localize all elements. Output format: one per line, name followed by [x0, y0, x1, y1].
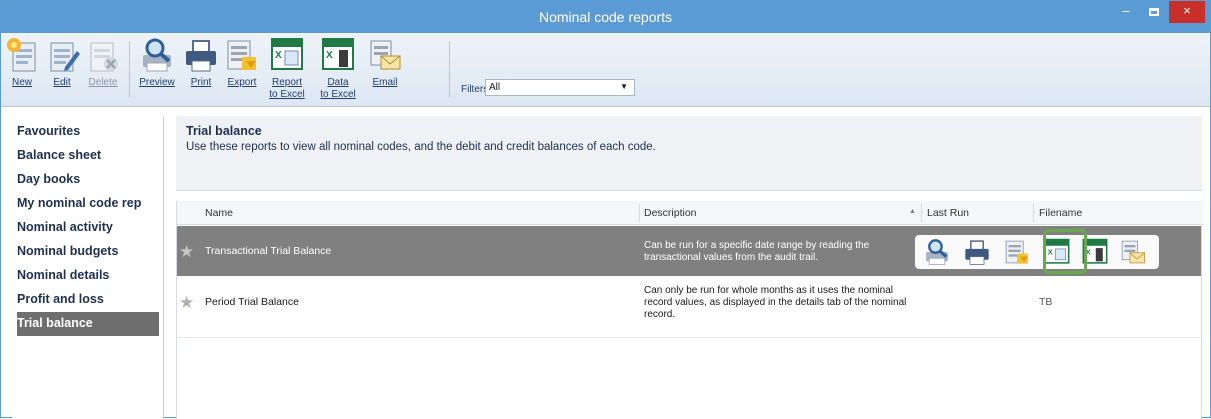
edit-button[interactable]: Edit — [45, 37, 80, 89]
delete-label: Delete — [88, 77, 118, 88]
column-header-last-run[interactable]: Last Run — [927, 207, 969, 219]
toolbar-separator-2 — [449, 41, 450, 97]
category-header: Trial balance Use these reports to view … — [176, 116, 1202, 191]
window-title: Nominal code reports — [538, 9, 673, 25]
print-icon — [186, 40, 216, 72]
export-label: Export — [227, 77, 257, 88]
new-label: New — [11, 77, 32, 88]
report-description: Can be run for a specific date range by … — [644, 240, 870, 263]
category-description: Use these reports to view all nominal co… — [186, 141, 656, 153]
favourite-star-icon[interactable]: ★ — [179, 293, 194, 313]
reports-grid: Name Description ▲ Last Run Filename ★ T… — [176, 201, 1203, 419]
export-icon[interactable] — [1003, 238, 1031, 266]
preview-button[interactable]: Preview — [135, 37, 179, 89]
new-report-icon — [7, 38, 36, 72]
sidebar-item-balance-sheet[interactable]: Balance sheet — [17, 144, 159, 168]
report-description: Can only be run for whole months as it u… — [644, 285, 907, 320]
column-header-name[interactable]: Name — [205, 207, 233, 219]
row-action-icons: X X — [915, 235, 1159, 269]
sidebar-item-nominal-activity[interactable]: Nominal activity — [17, 216, 159, 240]
print-label: Print — [190, 77, 212, 88]
nominal-code-reports-window: Nominal code reports – × New Edit Delete… — [0, 0, 1211, 419]
grid-header: Name Description ▲ Last Run Filename — [177, 201, 1203, 225]
table-row[interactable]: ★ Period Trial Balance Can only be run f… — [177, 277, 1201, 327]
report-to-excel-label-2: to Excel — [269, 89, 305, 100]
email-label: Email — [372, 77, 398, 88]
data-to-excel-icon: X — [322, 38, 354, 70]
favourite-star-icon[interactable]: ★ — [179, 242, 194, 262]
svg-text:X: X — [326, 50, 333, 61]
svg-text:X: X — [275, 50, 282, 61]
sort-ascending-icon: ▲ — [909, 208, 916, 215]
chevron-down-icon: ▼ — [620, 82, 628, 91]
report-to-excel-label: Report — [271, 77, 302, 88]
toolbar: New Edit Delete Preview Print Export X R… — [1, 33, 1210, 107]
sidebar-item-favourites[interactable]: Favourites — [17, 120, 159, 144]
category-title: Trial balance — [186, 124, 262, 138]
column-header-description[interactable]: Description — [644, 207, 697, 219]
maximize-button[interactable] — [1141, 1, 1167, 23]
sidebar-item-nominal-budgets[interactable]: Nominal budgets — [17, 240, 159, 264]
export-button[interactable]: Export — [223, 37, 261, 89]
export-icon — [227, 40, 256, 70]
filters-value: All — [489, 82, 501, 93]
print-icon[interactable] — [963, 238, 991, 266]
preview-label: Preview — [139, 77, 175, 88]
report-name: Transactional Trial Balance — [205, 245, 332, 257]
data-to-excel-button[interactable]: X Data to Excel — [315, 37, 361, 101]
delete-report-icon — [90, 42, 118, 72]
data-to-excel-label-2: to Excel — [320, 89, 356, 100]
column-divider — [1033, 204, 1034, 222]
column-divider — [921, 204, 922, 222]
maximize-icon — [1149, 7, 1159, 16]
data-to-excel-label: Data — [327, 77, 349, 88]
email-icon — [370, 40, 401, 70]
row-divider — [177, 337, 1201, 338]
email-button[interactable]: Email — [367, 37, 403, 89]
sidebar-item-my-nominal-code-reports[interactable]: My nominal code rep — [17, 192, 159, 216]
title-bar: Nominal code reports – × — [1, 1, 1210, 33]
filters-dropdown[interactable]: All ▼ — [485, 79, 635, 96]
edit-report-icon — [50, 42, 80, 72]
delete-button[interactable]: Delete — [83, 37, 123, 89]
email-icon[interactable] — [1119, 238, 1147, 266]
preview-icon[interactable] — [923, 238, 951, 266]
edit-label: Edit — [53, 77, 71, 88]
column-header-filename[interactable]: Filename — [1039, 207, 1082, 219]
report-filename: TB — [1039, 296, 1053, 308]
report-to-excel-highlight — [1043, 229, 1087, 274]
report-to-excel-button[interactable]: X Report to Excel — [264, 37, 310, 101]
minimize-button[interactable]: – — [1113, 1, 1139, 23]
new-button[interactable]: New — [5, 37, 39, 89]
report-to-excel-icon: X — [271, 38, 303, 70]
sidebar-item-nominal-details[interactable]: Nominal details — [17, 264, 159, 288]
preview-icon — [143, 38, 171, 72]
report-category-sidebar: Favourites Balance sheet Day books My no… — [12, 116, 164, 419]
column-divider — [639, 204, 640, 222]
close-button[interactable]: × — [1169, 1, 1205, 23]
table-row[interactable]: ★ Transactional Trial Balance Can be run… — [177, 226, 1201, 276]
toolbar-separator — [129, 41, 130, 97]
sidebar-item-day-books[interactable]: Day books — [17, 168, 159, 192]
report-name: Period Trial Balance — [205, 296, 299, 308]
sidebar-item-trial-balance[interactable]: Trial balance — [17, 312, 159, 336]
sidebar-item-profit-and-loss[interactable]: Profit and loss — [17, 288, 159, 312]
print-button[interactable]: Print — [183, 37, 219, 89]
